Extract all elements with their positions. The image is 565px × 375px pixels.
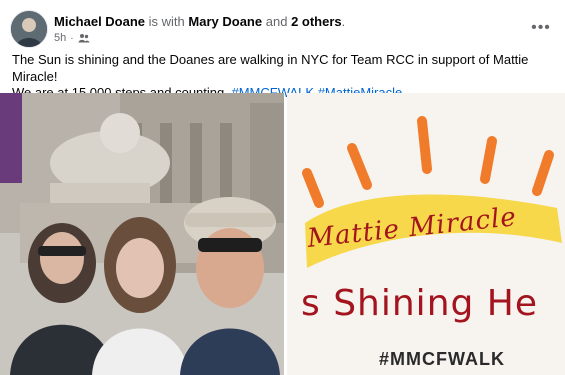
more-options-button[interactable]: ••• [527,14,555,42]
selfie-image [0,93,284,375]
author-name[interactable]: Michael Doane [54,14,145,29]
period-text: . [341,14,346,29]
with-text: is with [148,14,185,29]
author-avatar[interactable] [10,10,48,48]
more-horizontal-icon: ••• [531,19,551,36]
tagged-name[interactable]: Mary Doane [188,14,262,29]
post-body-line1: The Sun is shining and the Doanes are wa… [12,52,529,84]
facebook-post: Michael Doane is with Mary Doane and 2 o… [0,0,565,375]
sign-line2: s Shining He [301,283,539,324]
post-photos: Mattie Miracle s Shining He #MMCFWALK [0,93,565,375]
post-meta: 5h · [54,32,90,44]
separator-dot: · [70,32,74,44]
friends-icon[interactable] [78,32,90,44]
and-text: and [265,14,288,29]
avatar-image [11,11,47,47]
photo-selfie[interactable] [0,93,284,375]
author-line: Michael Doane is with Mary Doane and 2 o… [54,14,345,30]
sign-hashtag: #MMCFWALK [379,349,505,369]
others-link[interactable]: 2 others [291,14,342,29]
post-header: Michael Doane is with Mary Doane and 2 o… [10,8,555,48]
photo-sign[interactable]: Mattie Miracle s Shining He #MMCFWALK [287,93,565,375]
post-time[interactable]: 5h [54,32,66,44]
